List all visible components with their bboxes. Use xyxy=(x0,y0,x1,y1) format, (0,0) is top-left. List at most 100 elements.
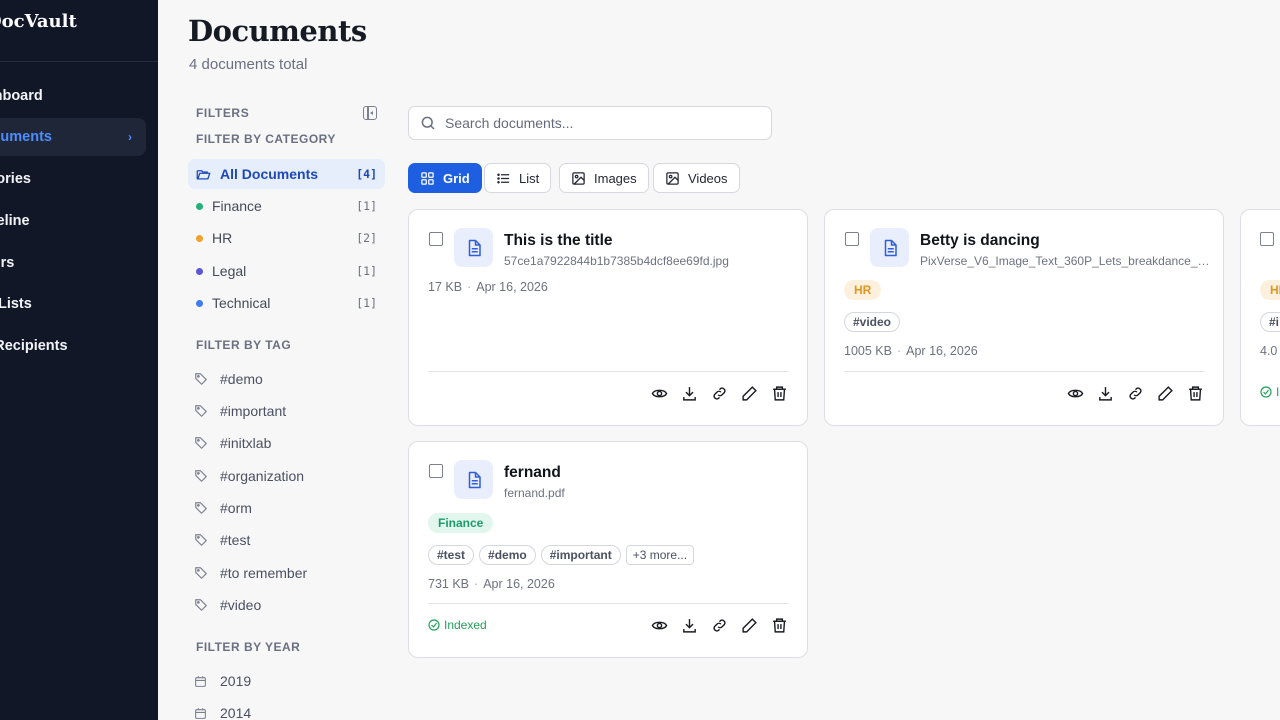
tag-filter-item[interactable]: #test xyxy=(188,527,250,553)
more-tags-chip[interactable]: +3 more... xyxy=(625,545,695,565)
check-circle-icon xyxy=(428,619,440,631)
category-color-dot xyxy=(196,202,203,210)
sidebar-item-categories[interactable]: Categories xyxy=(0,160,31,198)
document-card[interactable]: HR #i 4.0 I xyxy=(1240,209,1280,426)
document-card[interactable]: This is the title 57ce1a7922844b1b7385b4… xyxy=(408,209,808,426)
year-filter-2014[interactable]: 2014 xyxy=(188,700,251,720)
chevron-right-icon: › xyxy=(128,130,132,144)
document-filename: 57ce1a7922844b1b7385b4dcf8ee69fd.jpg xyxy=(504,254,729,268)
sidebar-item-label: Documents xyxy=(0,129,52,145)
tag-chip[interactable]: #important xyxy=(540,545,621,565)
search-input[interactable]: Search documents... xyxy=(408,106,772,140)
document-title[interactable]: Betty is dancing xyxy=(920,232,1040,250)
collapse-panel-icon[interactable] xyxy=(363,106,377,120)
app-logo[interactable]: DocVault xyxy=(0,11,77,32)
pencil-icon[interactable] xyxy=(740,384,759,403)
tag-chip[interactable]: #i xyxy=(1260,312,1280,332)
tag-filter-title: FILTER BY TAG xyxy=(196,338,292,352)
view-list-button[interactable]: List xyxy=(484,163,552,193)
document-title[interactable]: fernand xyxy=(504,464,561,482)
pencil-icon[interactable] xyxy=(740,616,759,635)
category-technical[interactable]: Technical [1] xyxy=(188,288,385,318)
tag-filter-item[interactable]: #to remember xyxy=(188,560,307,586)
category-color-dot xyxy=(196,299,203,307)
sidebar-item-mail-recipients[interactable]: Mail Recipients xyxy=(0,327,68,365)
tag-filter-label: #important xyxy=(220,403,287,419)
link-icon[interactable] xyxy=(710,384,729,403)
sidebar-item-timeline[interactable]: Timeline xyxy=(0,202,30,240)
tag-filter-item[interactable]: #organization xyxy=(188,463,304,489)
sidebar-item-users[interactable]: Users xyxy=(0,244,14,282)
tag-chip[interactable]: #video xyxy=(844,312,901,332)
trash-icon[interactable] xyxy=(1186,384,1205,403)
sidebar-item-label: Timeline xyxy=(0,213,30,229)
image-icon xyxy=(666,171,679,185)
tag-filter-label: #organization xyxy=(220,468,305,484)
list-icon xyxy=(497,173,510,183)
download-icon[interactable] xyxy=(680,384,699,403)
tag-icon xyxy=(194,372,220,386)
tag-filter-item[interactable]: #initxlab xyxy=(188,430,271,456)
document-filename: fernand.pdf xyxy=(504,486,565,500)
category-color-dot xyxy=(196,234,203,242)
link-icon[interactable] xyxy=(710,616,729,635)
file-size: 17 KB xyxy=(428,280,463,294)
tag-icon xyxy=(194,436,220,450)
tag-filter-item[interactable]: #orm xyxy=(188,495,252,521)
select-checkbox[interactable] xyxy=(845,232,859,246)
status-label: I xyxy=(1276,385,1280,399)
pencil-icon[interactable] xyxy=(1156,384,1175,403)
page-title: Documents xyxy=(188,14,367,48)
sidebar-item-documents[interactable]: Documents › xyxy=(0,118,146,156)
tag-filter-item[interactable]: #demo xyxy=(188,366,263,392)
trash-icon[interactable] xyxy=(770,616,789,635)
sidebar-item-label: Users xyxy=(0,255,15,271)
document-card[interactable]: Betty is dancing PixVerse_V6_Image_Text_… xyxy=(824,209,1224,426)
document-card[interactable]: fernand fernand.pdf Finance #test #demo … xyxy=(408,441,808,658)
file-size: 731 KB xyxy=(428,577,470,591)
tag-icon xyxy=(194,598,220,612)
view-grid-button[interactable]: Grid xyxy=(408,163,482,193)
check-circle-icon xyxy=(1260,386,1272,398)
view-label: Images xyxy=(594,170,637,186)
download-icon[interactable] xyxy=(680,616,699,635)
sidebar-item-dashboard[interactable]: Dashboard xyxy=(0,77,43,115)
search-icon xyxy=(421,116,435,130)
select-checkbox[interactable] xyxy=(429,464,443,478)
category-finance[interactable]: Finance [1] xyxy=(188,191,385,221)
calendar-icon xyxy=(194,707,220,720)
image-icon xyxy=(572,171,585,185)
tag-list: #i xyxy=(1260,312,1280,332)
sidebar-item-label: Categories xyxy=(0,171,31,187)
trash-icon[interactable] xyxy=(770,384,789,403)
document-title[interactable]: This is the title xyxy=(504,232,613,250)
link-icon[interactable] xyxy=(1126,384,1145,403)
tag-filter-item[interactable]: #important xyxy=(188,398,286,424)
eye-icon[interactable] xyxy=(1066,384,1085,403)
category-all-documents[interactable]: All Documents [4] xyxy=(188,159,385,189)
select-checkbox[interactable] xyxy=(1260,232,1274,246)
tag-chip[interactable]: #demo xyxy=(479,545,536,565)
download-icon[interactable] xyxy=(1096,384,1115,403)
category-hr[interactable]: HR [2] xyxy=(188,223,385,253)
tag-icon xyxy=(194,469,220,483)
card-divider xyxy=(844,371,1205,372)
indexed-status: Indexed xyxy=(428,618,487,632)
sidebar-item-label: Mail Recipients xyxy=(0,338,68,354)
view-videos-button[interactable]: Videos xyxy=(653,163,740,193)
view-label: List xyxy=(519,170,540,186)
eye-icon[interactable] xyxy=(650,384,669,403)
view-images-button[interactable]: Images xyxy=(559,163,649,193)
tag-filter-item[interactable]: #video xyxy=(188,592,261,618)
category-legal[interactable]: Legal [1] xyxy=(188,256,385,286)
document-meta: 731 KB · Apr 16, 2026 xyxy=(428,577,555,591)
eye-icon[interactable] xyxy=(650,616,669,635)
sidebar-divider xyxy=(0,61,158,62)
file-text-icon xyxy=(454,228,493,267)
year-filter-2019[interactable]: 2019 xyxy=(188,668,251,694)
select-checkbox[interactable] xyxy=(429,232,443,246)
upload-date: Apr 16, 2026 xyxy=(483,577,555,591)
tag-chip[interactable]: #test xyxy=(428,545,475,565)
sidebar-item-mailing-lists[interactable]: Mailing Lists xyxy=(0,285,32,323)
card-actions xyxy=(650,616,789,635)
